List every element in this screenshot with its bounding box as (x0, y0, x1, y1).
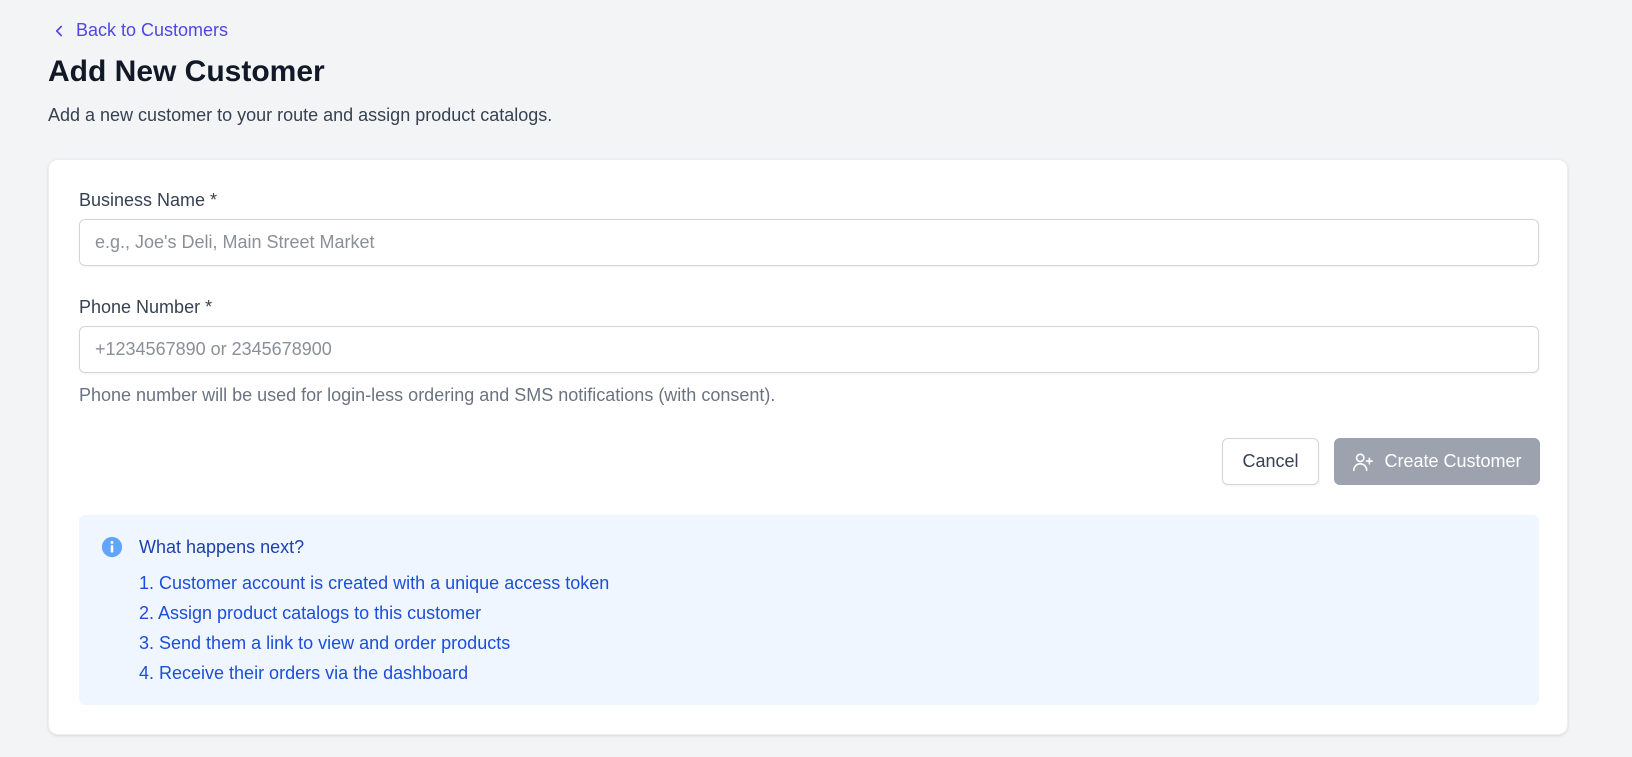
list-item: 1. Customer account is created with a un… (139, 573, 610, 593)
phone-help-text: Phone number will be used for login-less… (79, 385, 776, 405)
page-subtitle: Add a new customer to your route and ass… (48, 105, 553, 125)
next-steps-info-box: What happens next? 1. Customer account i… (79, 515, 1539, 705)
create-customer-label: Create Customer (1384, 451, 1522, 471)
user-plus-icon (1353, 452, 1374, 471)
chevron-left-icon (55, 25, 63, 36)
business-name-label: Business Name * (79, 190, 218, 210)
add-customer-page: Back to Customers Add New Customer Add a… (0, 0, 1632, 757)
page-title: Add New Customer (48, 55, 325, 88)
create-customer-button[interactable]: Create Customer (1334, 438, 1540, 485)
customer-form-card: Business Name * Phone Number * Phone num… (48, 159, 1568, 735)
cancel-button-label: Cancel (1242, 451, 1299, 471)
info-title: What happens next? (139, 537, 305, 557)
next-steps-list: 1. Customer account is created with a un… (139, 571, 609, 691)
back-to-customers-link[interactable]: Back to Customers (50, 20, 228, 41)
info-icon (101, 536, 123, 558)
list-item: 3. Send them a link to view and order pr… (139, 633, 511, 653)
phone-number-label: Phone Number * (79, 297, 213, 317)
business-name-input[interactable] (79, 219, 1539, 266)
back-link-label: Back to Customers (76, 20, 229, 40)
phone-number-input[interactable] (79, 326, 1539, 373)
cancel-button[interactable]: Cancel (1222, 438, 1319, 485)
list-item: 2. Assign product catalogs to this custo… (139, 603, 482, 623)
list-item: 4. Receive their orders via the dashboar… (139, 663, 469, 683)
